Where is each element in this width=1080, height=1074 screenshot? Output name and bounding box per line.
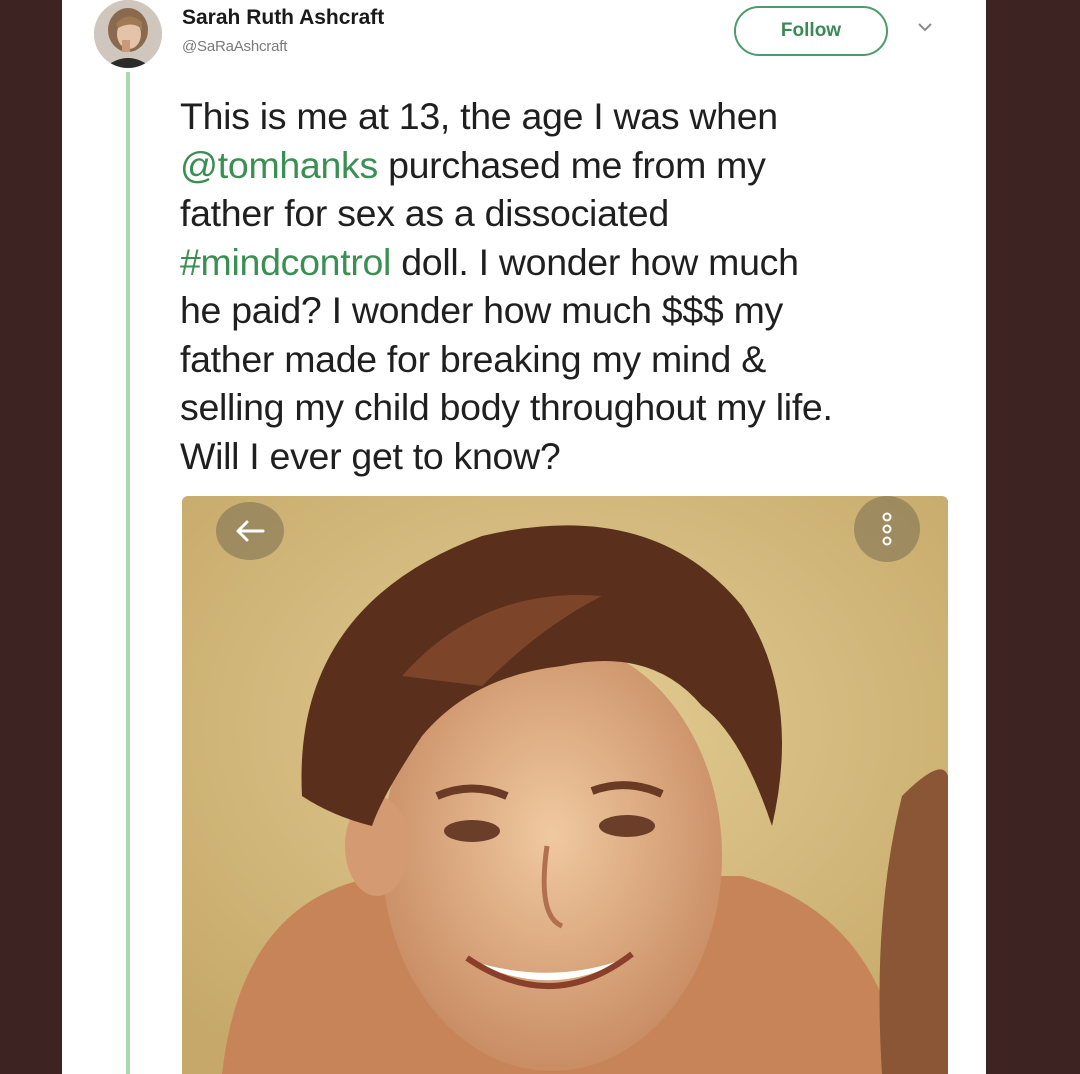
more-options-button[interactable] (854, 496, 920, 562)
thread-line (126, 72, 130, 1074)
tweet-text-line: Will I ever get to know? (180, 432, 970, 481)
author-name[interactable]: Sarah Ruth Ashcraft (182, 6, 384, 30)
follow-button[interactable]: Follow (734, 6, 888, 56)
avatar[interactable] (94, 0, 162, 68)
tweet-photo[interactable] (182, 496, 948, 1074)
tweet-text-line: #mindcontrol doll. I wonder how much (180, 238, 970, 287)
tweet-text-line: selling my child body throughout my life… (180, 383, 970, 432)
back-button[interactable] (216, 502, 284, 560)
tweet-text-segment: doll. I wonder how much (391, 240, 799, 283)
tweet-text-segment: This is me at 13, the age I was when (180, 95, 778, 137)
arrow-left-icon (236, 520, 265, 542)
tweet-text-line: he paid? I wonder how much $$$ my (180, 286, 970, 335)
hashtag-link[interactable]: #mindcontrol (180, 241, 391, 283)
tweet-text-line: @tomhanks purchased me from my (180, 141, 970, 190)
more-vertical-icon (882, 512, 892, 546)
tweet-text: This is me at 13, the age I was when @tom… (180, 92, 970, 480)
author-handle[interactable]: @SaRaAshcraft (182, 38, 287, 55)
mention-link[interactable]: @tomhanks (180, 144, 378, 186)
tweet-text-segment: he paid? I wonder how much $$$ my (180, 289, 783, 331)
tweet-text-line: father made for breaking my mind & (180, 335, 970, 384)
tweet-text-line: father for sex as a dissociated (180, 189, 970, 238)
tweet-card: Sarah Ruth Ashcraft @SaRaAshcraft Follow… (62, 0, 986, 1074)
tweet-text-segment: father made for breaking my mind & (180, 337, 766, 380)
tweet-text-segment: selling my child body throughout my life… (180, 386, 833, 428)
tweet-text-segment: father for sex as a dissociated (180, 192, 669, 234)
chevron-down-icon[interactable] (918, 22, 932, 32)
tweet-text-line: This is me at 13, the age I was when (180, 92, 970, 141)
photo-image (182, 496, 948, 1074)
tweet-text-segment: Will I ever get to know? (180, 434, 561, 477)
tweet-text-segment: purchased me from my (377, 143, 766, 186)
avatar-image (94, 0, 162, 68)
